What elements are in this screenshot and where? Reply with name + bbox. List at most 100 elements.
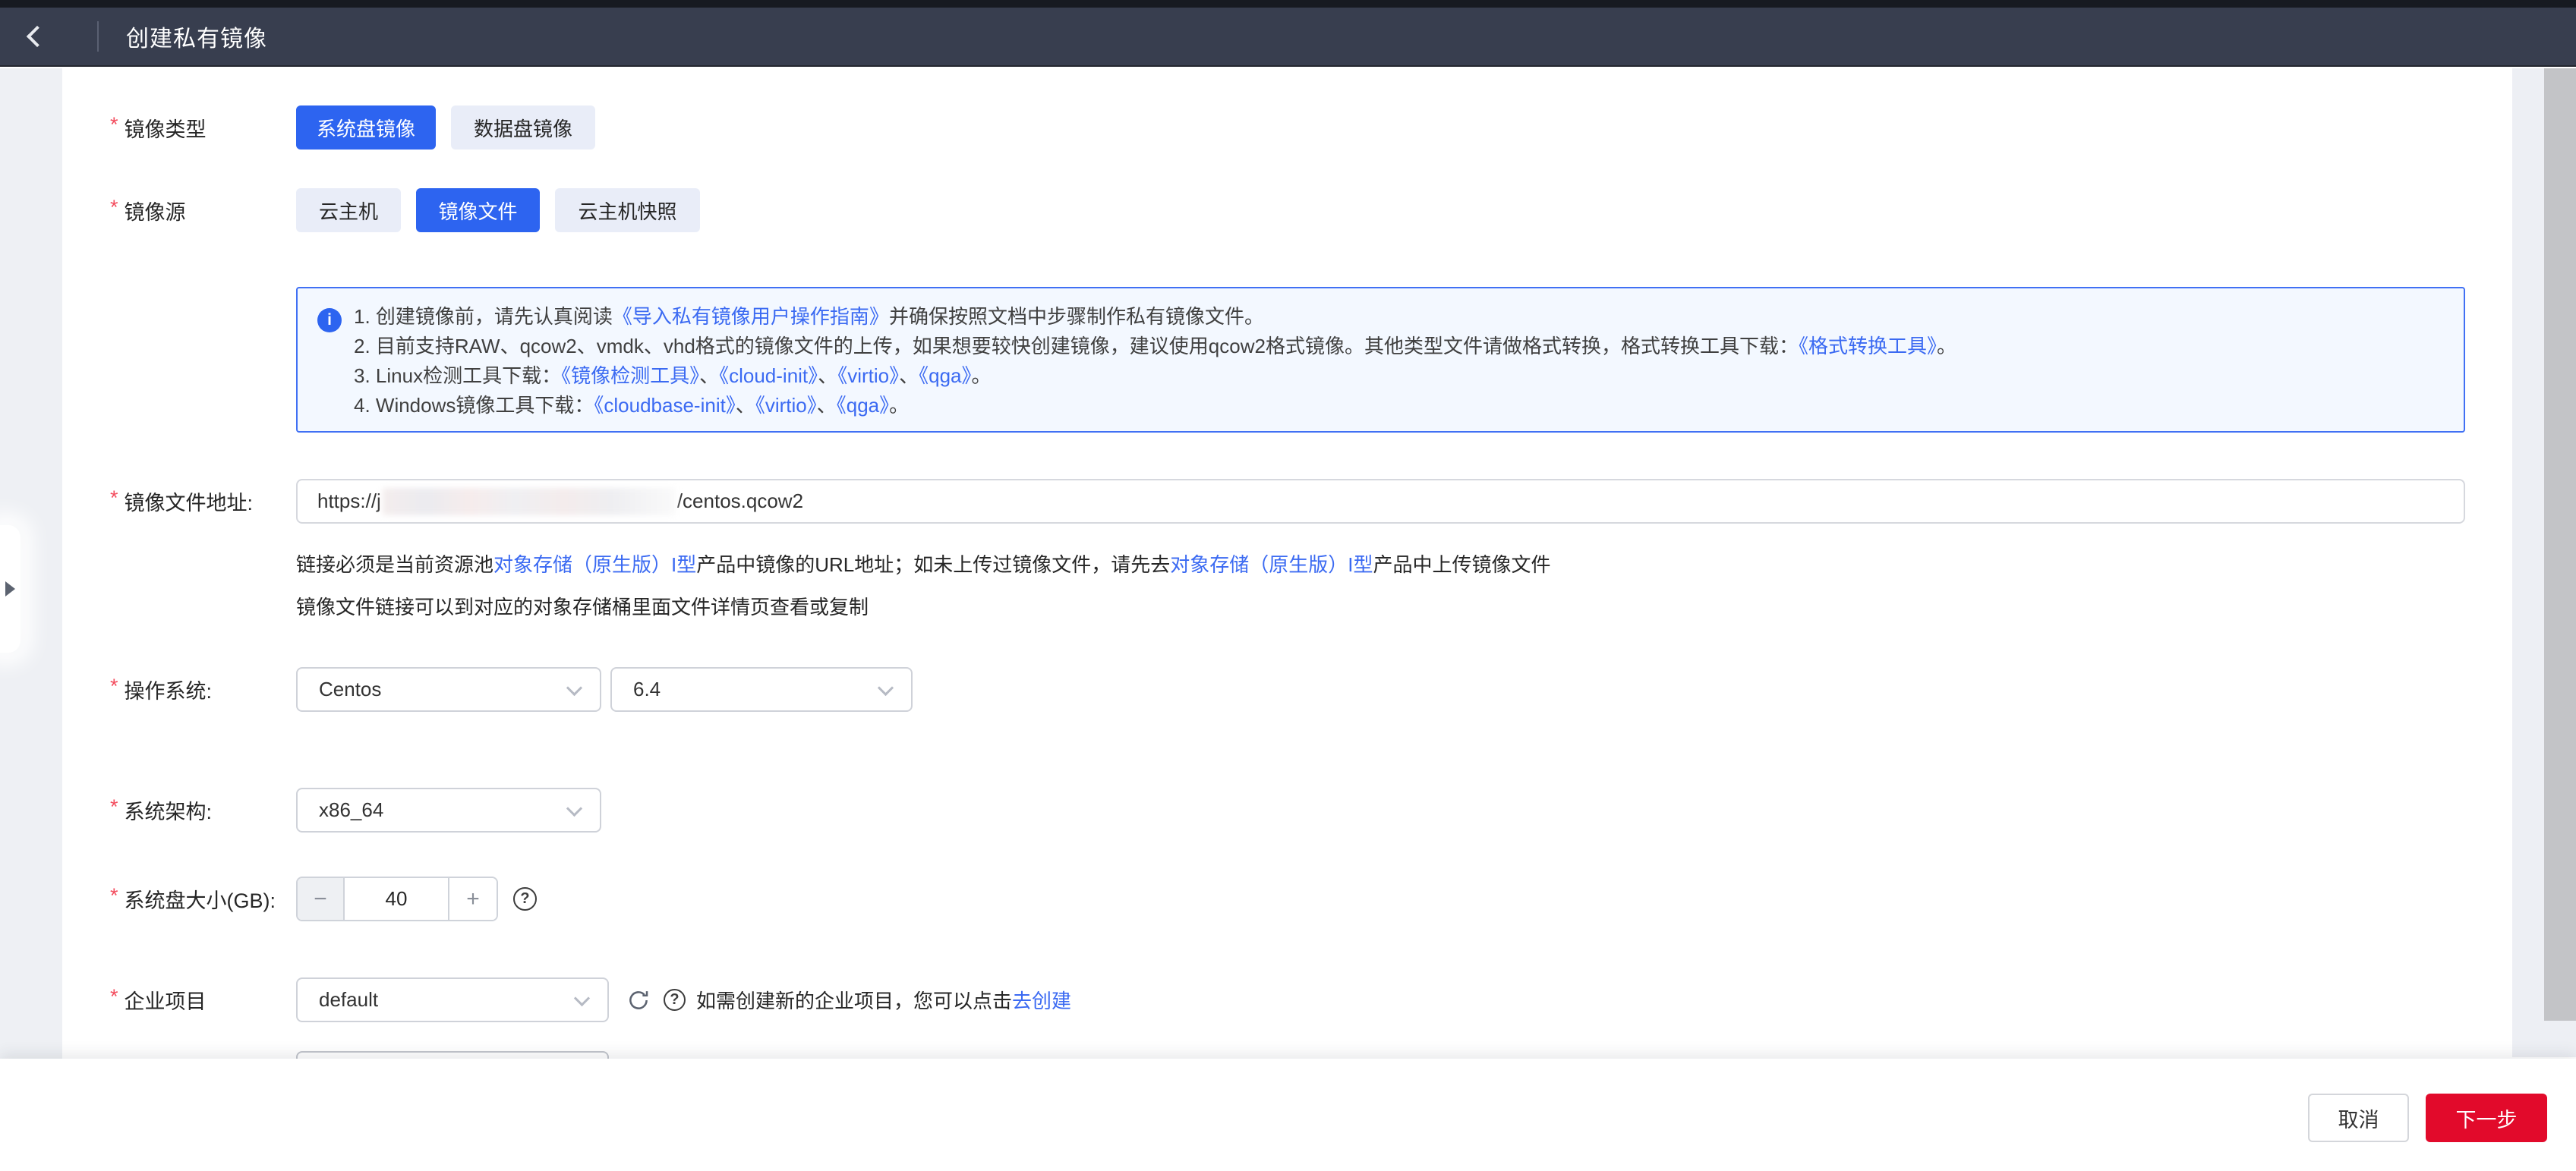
cancel-button[interactable]: 取消 bbox=[2308, 1094, 2409, 1142]
image-file-button[interactable]: 镜像文件 bbox=[416, 188, 540, 232]
notice-line-3: 3. Linux检测工具下载：《镜像检测工具》、《cloud-init》、《vi… bbox=[354, 361, 2441, 391]
image-type-options: 系统盘镜像 数据盘镜像 bbox=[296, 105, 595, 150]
notice-line-1: 1. 创建镜像前，请先认真阅读《导入私有镜像用户操作指南》并确保按照文档中步骤制… bbox=[354, 302, 2441, 332]
enterprise-project-select[interactable]: default bbox=[296, 977, 609, 1022]
notice-box: i 1. 创建镜像前，请先认真阅读《导入私有镜像用户操作指南》并确保按照文档中步… bbox=[296, 287, 2465, 433]
image-type-label: * 镜像类型 bbox=[110, 113, 296, 143]
cloud-host-button[interactable]: 云主机 bbox=[296, 188, 401, 232]
disk-size-value[interactable]: 40 bbox=[345, 878, 448, 920]
back-button[interactable] bbox=[0, 7, 68, 66]
hint-text: 如需创建新的企业项目，您可以点击 bbox=[696, 990, 1012, 1012]
required-asterisk: * bbox=[110, 884, 118, 908]
expand-panel-icon bbox=[5, 581, 15, 597]
disk-size-row: * 系统盘大小(GB): − 40 + ? bbox=[110, 877, 537, 921]
url-prefix: https://j bbox=[317, 489, 381, 513]
cloud-init-link[interactable]: 《cloud-init》 bbox=[719, 364, 818, 387]
refresh-button[interactable] bbox=[626, 987, 651, 1013]
image-source-label-text: 镜像源 bbox=[125, 196, 186, 225]
object-storage-link[interactable]: 对象存储（原生版）I型 bbox=[493, 553, 696, 576]
image-type-label-text: 镜像类型 bbox=[125, 113, 207, 143]
disk-size-label: * 系统盘大小(GB): bbox=[110, 884, 296, 914]
refresh-icon bbox=[626, 987, 651, 1013]
os-label: * 操作系统: bbox=[110, 675, 296, 704]
virtio-link[interactable]: 《virtio》 bbox=[755, 394, 817, 417]
create-private-image-page: 创建私有镜像 * 镜像类型 系统盘镜像 数据盘镜像 * 镜像源 云主机 镜像文件… bbox=[0, 0, 2576, 1171]
image-type-row: * 镜像类型 系统盘镜像 数据盘镜像 bbox=[110, 105, 595, 150]
url-help-line-2: 镜像文件链接可以到对应的对象存储桶里面文件详情页查看或复制 bbox=[296, 592, 869, 620]
create-enterprise-project-link[interactable]: 去创建 bbox=[1012, 990, 1071, 1012]
arch-label-text: 系统架构: bbox=[125, 795, 213, 825]
required-asterisk: * bbox=[110, 795, 118, 819]
image-file-url-row: * 镜像文件地址: bbox=[110, 479, 296, 524]
system-disk-image-button[interactable]: 系统盘镜像 bbox=[296, 105, 436, 150]
chevron-down-icon bbox=[574, 990, 590, 1006]
stepper-minus-button[interactable]: − bbox=[298, 878, 345, 920]
help-text: 产品中上传镜像文件 bbox=[1373, 553, 1551, 576]
cloudbase-init-link[interactable]: 《cloudbase-init》 bbox=[594, 394, 735, 417]
enterprise-project-hint: 如需创建新的企业项目，您可以点击去创建 bbox=[696, 986, 1071, 1014]
image-check-tool-link[interactable]: 《镜像检测工具》 bbox=[561, 364, 699, 387]
notice-text: 。 bbox=[972, 364, 992, 387]
qga-link[interactable]: 《qga》 bbox=[919, 364, 971, 387]
notice-line-2: 2. 目前支持RAW、qcow2、vmdk、vhd格式的镜像文件的上传，如果想要… bbox=[354, 332, 2441, 361]
chevron-down-icon bbox=[566, 801, 582, 817]
footer-bar: 取消 下一步 bbox=[0, 1059, 2576, 1171]
os-version-value: 6.4 bbox=[633, 678, 661, 701]
import-guide-link[interactable]: 《导入私有镜像用户操作指南》 bbox=[613, 305, 889, 328]
qga-link[interactable]: 《qga》 bbox=[837, 394, 889, 417]
object-storage-link[interactable]: 对象存储（原生版）I型 bbox=[1170, 553, 1373, 576]
disk-size-help-icon[interactable]: ? bbox=[513, 887, 537, 911]
notice-text: 、 bbox=[817, 394, 837, 417]
notice-text: 3. Linux检测工具下载： bbox=[354, 364, 561, 387]
enterprise-project-label-text: 企业项目 bbox=[125, 985, 207, 1015]
required-asterisk: * bbox=[110, 985, 118, 1009]
help-text: 产品中镜像的URL地址；如未上传过镜像文件，请先去 bbox=[696, 553, 1170, 576]
os-row: * 操作系统: Centos 6.4 bbox=[110, 667, 913, 712]
notice-text: 4. Windows镜像工具下载： bbox=[354, 394, 594, 417]
enterprise-project-value: default bbox=[319, 988, 378, 1012]
url-suffix: /centos.qcow2 bbox=[677, 489, 803, 513]
arch-row: * 系统架构: x86_64 bbox=[110, 788, 601, 833]
window-top-edge bbox=[0, 0, 2576, 8]
expand-panel-handle[interactable] bbox=[0, 525, 20, 653]
redacted-url-segment bbox=[383, 488, 676, 515]
notice-text: 、 bbox=[699, 364, 719, 387]
image-source-label: * 镜像源 bbox=[110, 196, 296, 225]
image-source-options: 云主机 镜像文件 云主机快照 bbox=[296, 188, 700, 232]
format-tool-link[interactable]: 《格式转换工具》 bbox=[1799, 335, 1937, 357]
data-disk-image-button[interactable]: 数据盘镜像 bbox=[451, 105, 595, 150]
os-family-select[interactable]: Centos bbox=[296, 667, 601, 712]
disk-size-stepper: − 40 + bbox=[296, 877, 498, 921]
notice-text: 、 bbox=[818, 364, 837, 387]
help-text: 链接必须是当前资源池 bbox=[296, 553, 493, 576]
left-panel-strip bbox=[0, 68, 62, 1059]
enterprise-project-row: * 企业项目 default ? 如需创建新的企业项目，您可以点击去创建 bbox=[110, 977, 1071, 1022]
chevron-down-icon bbox=[566, 680, 582, 696]
notice-text: 、 bbox=[736, 394, 755, 417]
os-version-select[interactable]: 6.4 bbox=[610, 667, 913, 712]
cloud-host-snapshot-button[interactable]: 云主机快照 bbox=[555, 188, 700, 232]
stepper-plus-button[interactable]: + bbox=[448, 878, 497, 920]
enterprise-project-help-icon[interactable]: ? bbox=[664, 989, 686, 1011]
image-source-row: * 镜像源 云主机 镜像文件 云主机快照 bbox=[110, 188, 700, 232]
scrollbar-thumb[interactable] bbox=[2544, 68, 2576, 1021]
arch-value: x86_64 bbox=[319, 798, 383, 822]
info-icon: i bbox=[317, 308, 342, 332]
os-family-value: Centos bbox=[319, 678, 381, 701]
arch-select[interactable]: x86_64 bbox=[296, 788, 601, 833]
virtio-link[interactable]: 《virtio》 bbox=[837, 364, 899, 387]
notice-text: 并确保按照文档中步骤制作私有镜像文件。 bbox=[889, 305, 1264, 328]
notice-text: 1. 创建镜像前，请先认真阅读 bbox=[354, 305, 613, 328]
header-divider bbox=[97, 21, 99, 52]
chevron-down-icon bbox=[878, 680, 894, 696]
required-asterisk: * bbox=[110, 675, 118, 698]
notice-text: 。 bbox=[1937, 335, 1956, 357]
image-file-url-label: * 镜像文件地址: bbox=[110, 486, 296, 516]
next-button[interactable]: 下一步 bbox=[2426, 1094, 2547, 1142]
notice-line-4: 4. Windows镜像工具下载：《cloudbase-init》、《virti… bbox=[354, 391, 2441, 420]
os-label-text: 操作系统: bbox=[125, 675, 213, 704]
image-file-url-input[interactable]: https://j /centos.qcow2 bbox=[296, 479, 2465, 524]
required-asterisk: * bbox=[110, 113, 118, 137]
back-icon bbox=[27, 26, 48, 47]
enterprise-project-label: * 企业项目 bbox=[110, 985, 296, 1015]
